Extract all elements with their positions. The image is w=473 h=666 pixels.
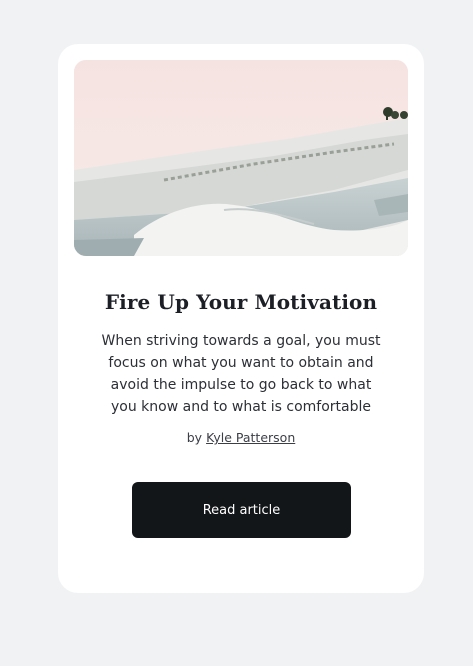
- byline-prefix: by: [186, 430, 203, 445]
- article-hero-image: [74, 60, 408, 256]
- article-title: Fire Up Your Motivation: [104, 290, 378, 314]
- read-article-button[interactable]: Read article: [132, 482, 351, 538]
- article-card: Fire Up Your Motivation When striving to…: [58, 44, 424, 593]
- article-description: When striving towards a goal, you must f…: [101, 333, 381, 415]
- byline: by Kyle Patterson: [58, 430, 424, 445]
- snowy-terraces-image: [74, 60, 408, 256]
- author-link[interactable]: Kyle Patterson: [206, 430, 295, 445]
